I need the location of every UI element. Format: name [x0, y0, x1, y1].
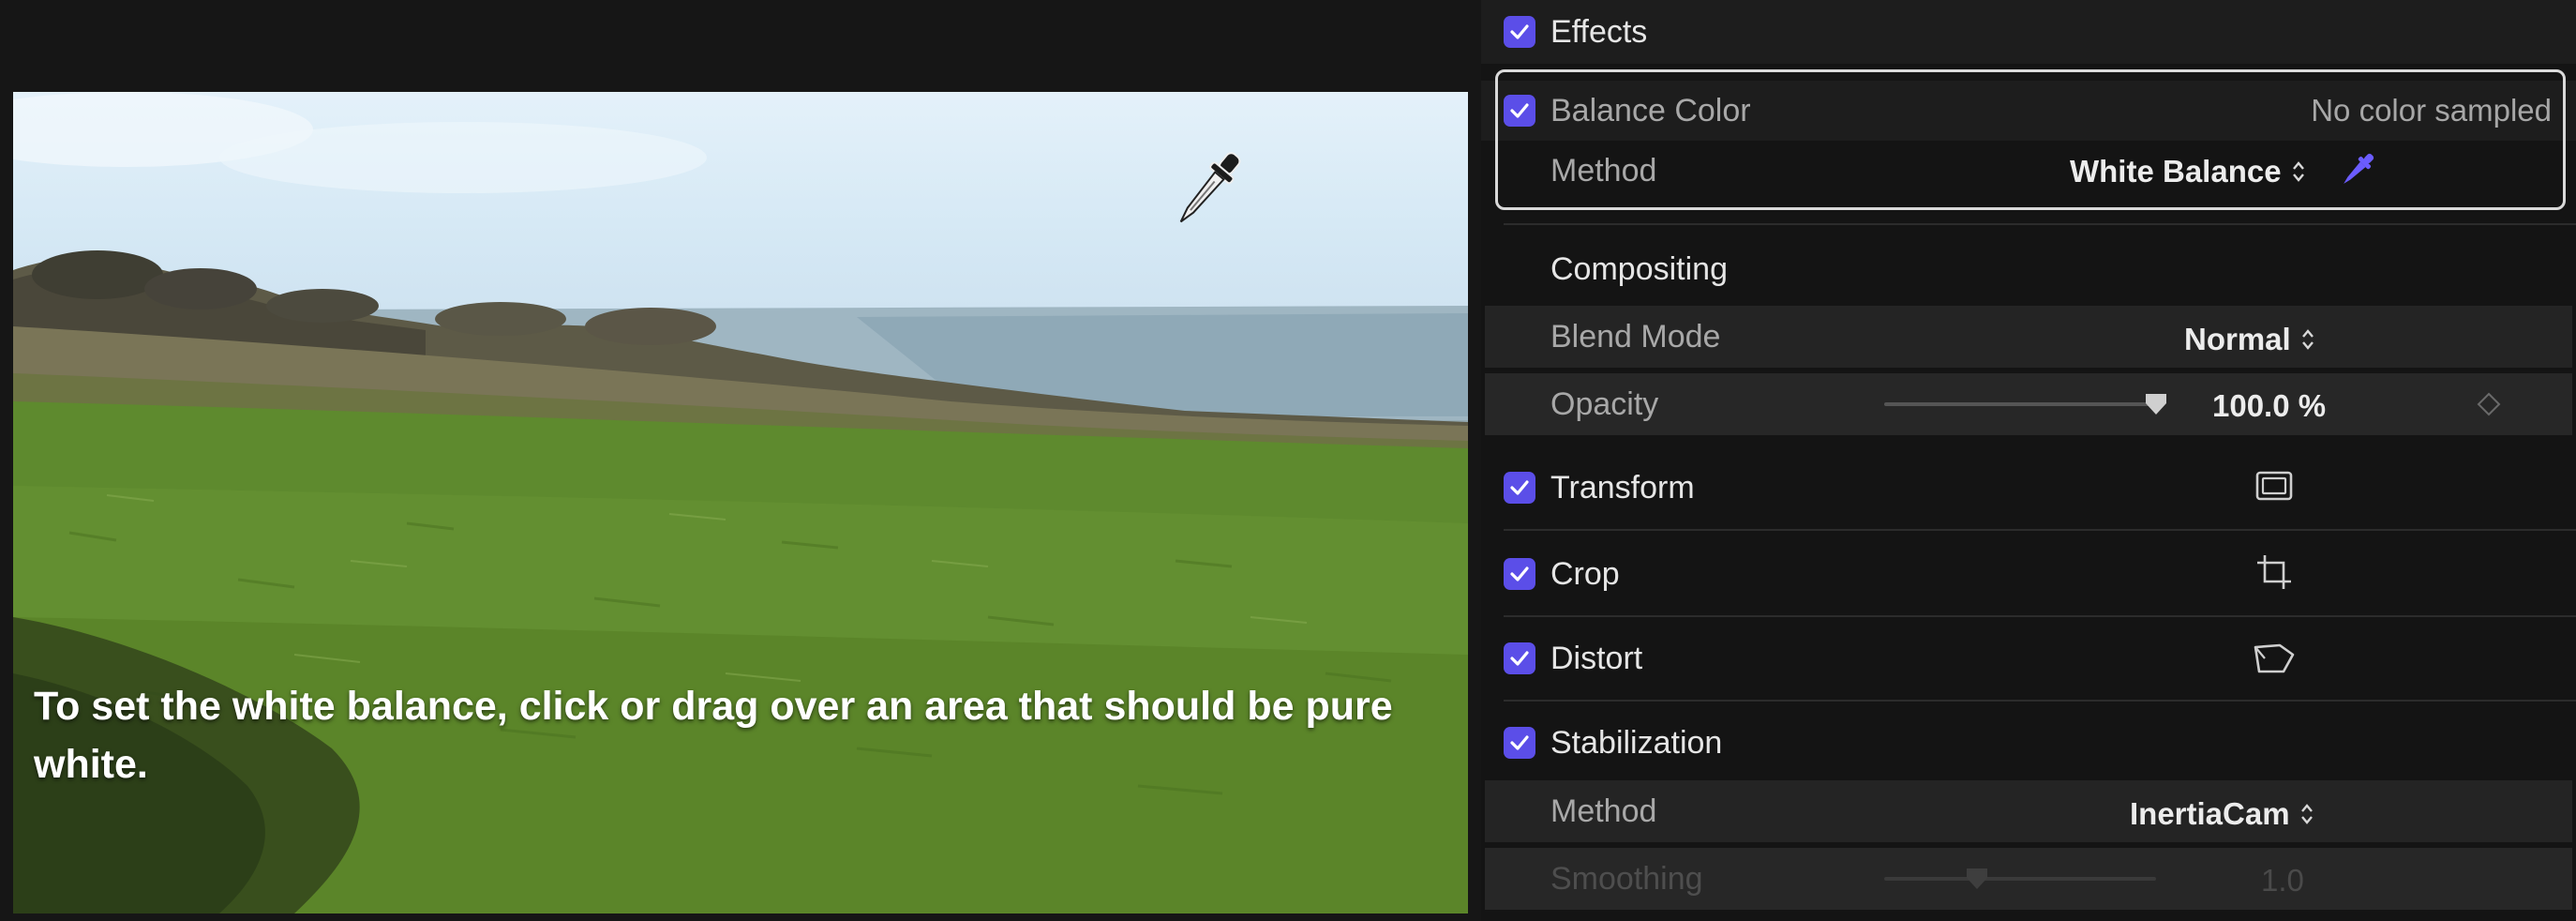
blend-mode-popup[interactable]: Normal — [2184, 322, 2315, 357]
eyedropper-icon[interactable] — [2336, 148, 2379, 191]
blend-mode-label: Blend Mode — [1550, 318, 1721, 355]
effects-label: Effects — [1550, 13, 1648, 50]
transform-label: Transform — [1550, 469, 1695, 506]
distort-icon[interactable] — [2252, 642, 2297, 675]
compositing-label: Compositing — [1550, 250, 1728, 287]
instruction-text: To set the white balance, click or drag … — [34, 684, 1393, 787]
stabilization-label: Stabilization — [1550, 724, 1723, 761]
opacity-slider-track[interactable] — [1884, 402, 2156, 406]
smoothing-label: Smoothing — [1550, 860, 1703, 897]
divider — [1504, 529, 2576, 531]
updown-chevron-icon — [2301, 329, 2314, 350]
eyedropper-icon — [1179, 152, 1241, 223]
smoothing-row: Smoothing 1.0 — [1485, 848, 2572, 910]
checkmark-icon — [1510, 651, 1529, 666]
diamond-keyframe-icon[interactable] — [2477, 392, 2501, 416]
effects-section-header: Effects — [1481, 0, 2576, 64]
updown-chevron-icon — [2300, 804, 2313, 824]
opacity-slider-thumb[interactable] — [2144, 392, 2168, 416]
checkmark-icon — [1510, 24, 1529, 39]
stabilization-method-label: Method — [1550, 793, 1657, 829]
checkmark-icon — [1510, 566, 1529, 581]
crop-label: Crop — [1550, 555, 1620, 592]
crop-row[interactable]: Crop — [1481, 538, 2576, 610]
opacity-label: Opacity — [1550, 385, 1659, 422]
distort-checkbox[interactable] — [1504, 642, 1535, 674]
checkmark-icon — [1510, 735, 1529, 750]
transform-row[interactable]: Transform — [1481, 452, 2576, 523]
opacity-value[interactable]: 100.0 % — [2212, 388, 2326, 424]
method-value: White Balance — [2070, 154, 2282, 189]
smoothing-slider-track[interactable] — [1884, 877, 2156, 881]
smoothing-value[interactable]: 1.0 — [2261, 863, 2304, 898]
balance-color-row[interactable]: Balance Color No color sampled — [1481, 81, 2576, 141]
method-popup[interactable]: White Balance — [2070, 154, 2306, 189]
app-window: To set the white balance, click or drag … — [0, 0, 2576, 921]
stabilization-row[interactable]: Stabilization — [1481, 707, 2576, 778]
checkmark-icon — [1510, 480, 1529, 495]
blend-mode-row: Blend Mode Normal — [1485, 306, 2572, 368]
stabilization-method-row: Method InertiaCam — [1485, 780, 2572, 842]
updown-chevron-icon — [2292, 161, 2304, 182]
color-sample-status: No color sampled — [2311, 93, 2552, 128]
opacity-row: Opacity 100.0 % — [1485, 373, 2572, 435]
checkmark-icon — [1510, 103, 1529, 118]
inspector-panel: Effects Balance Color No color sampled M… — [1481, 0, 2576, 921]
balance-color-label: Balance Color — [1550, 92, 1751, 128]
stabilization-method-value: InertiaCam — [2130, 796, 2290, 831]
compositing-header: Compositing — [1481, 236, 2576, 302]
viewer-panel: To set the white balance, click or drag … — [0, 0, 1481, 921]
transform-checkbox[interactable] — [1504, 472, 1535, 504]
transform-icon[interactable] — [2254, 469, 2295, 503]
divider — [1504, 223, 2576, 225]
stabilization-checkbox[interactable] — [1504, 727, 1535, 759]
balance-method-row: Method White Balance — [1481, 141, 2576, 201]
stabilization-method-popup[interactable]: InertiaCam — [2130, 796, 2314, 832]
divider — [1504, 700, 2576, 702]
balance-color-checkbox[interactable] — [1504, 95, 1535, 127]
method-label: Method — [1550, 152, 1657, 189]
crop-checkbox[interactable] — [1504, 558, 1535, 590]
distort-row[interactable]: Distort — [1481, 623, 2576, 694]
effects-checkbox[interactable] — [1504, 16, 1535, 48]
smoothing-slider-thumb[interactable] — [1965, 867, 1989, 891]
blend-mode-value: Normal — [2184, 322, 2291, 356]
crop-icon[interactable] — [2254, 553, 2295, 591]
divider — [1504, 615, 2576, 617]
distort-label: Distort — [1550, 640, 1643, 676]
